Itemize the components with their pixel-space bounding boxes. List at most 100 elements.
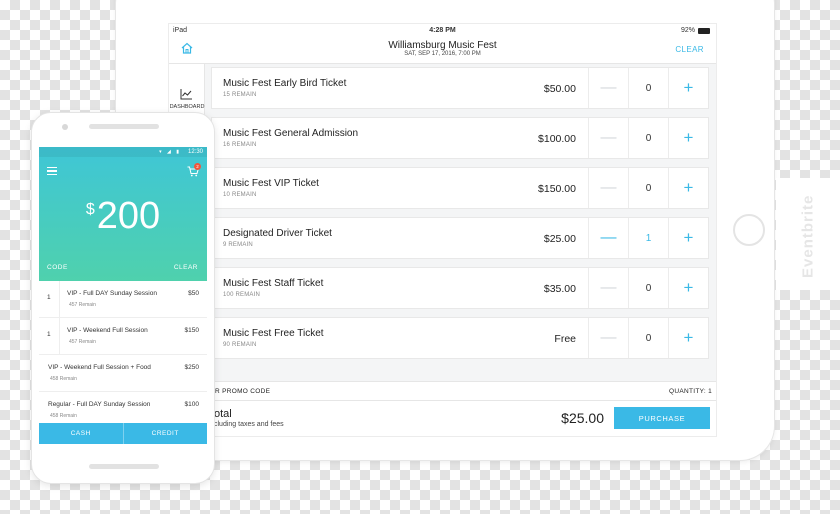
ticket-row: Music Fest Free Ticket 90 REMAIN Free — …	[211, 317, 709, 359]
sale-amount: $200	[39, 195, 207, 238]
ticket-row: Music Fest VIP Ticket 10 REMAIN $150.00 …	[211, 167, 709, 209]
item-remain: 457 Remain	[69, 302, 96, 308]
phone-screen: ▾ ◢ ▮ 12:30 2 $200 CODE CLEAR 1 VIP - Fu…	[39, 147, 207, 444]
item-name: VIP - Weekend Full Session + Food	[48, 364, 151, 371]
ticket-name: Music Fest VIP Ticket	[223, 178, 319, 189]
list-item[interactable]: VIP - Weekend Full Session + Food 458 Re…	[39, 355, 207, 392]
ticket-quantity: 0	[628, 268, 668, 308]
item-remain: 458 Remain	[50, 413, 77, 419]
increment-button[interactable]: +	[668, 318, 708, 358]
dashboard-label[interactable]: DASHBOARD	[169, 104, 205, 110]
amount-value: 200	[96, 195, 161, 237]
tablet-screen: iPad 4:28 PM 92% Williamsburg Music Fest…	[168, 23, 717, 437]
phone-time: 12:30	[187, 149, 203, 155]
divider	[59, 318, 60, 355]
quantity-stepper: — 0 +	[588, 118, 708, 158]
ticket-name: Music Fest Staff Ticket	[223, 278, 324, 289]
line-chart-icon[interactable]	[180, 88, 193, 100]
ticket-row: Music Fest General Admission 16 REMAIN $…	[211, 117, 709, 159]
ticket-name: Music Fest General Admission	[223, 128, 359, 139]
item-name: Regular - Full DAY Sunday Session	[48, 401, 151, 408]
item-quantity: 1	[47, 331, 51, 338]
ticket-name: Music Fest Free Ticket	[223, 328, 324, 339]
ticket-remain: 15 REMAIN	[223, 92, 257, 98]
brand-watermark: Eventbrite	[799, 194, 817, 278]
ticket-row: Music Fest Early Bird Ticket 15 REMAIN $…	[211, 67, 709, 109]
phone-status-bar: ▾ ◢ ▮ 12:30	[39, 147, 207, 157]
decrement-button[interactable]: —	[588, 268, 628, 308]
item-price: $250	[184, 364, 199, 371]
total-bar: otal cluding taxes and fees $25.00 PURCH…	[205, 401, 716, 436]
item-remain: 457 Remain	[69, 339, 96, 345]
decrement-button[interactable]: —	[588, 68, 628, 108]
list-item[interactable]: 1 VIP - Weekend Full Session 457 Remain …	[39, 318, 207, 355]
hamburger-menu-icon[interactable]	[47, 167, 57, 175]
item-name: VIP - Full DAY Sunday Session	[67, 290, 157, 297]
code-button[interactable]: CODE	[47, 264, 68, 271]
ticket-remain: 9 REMAIN	[223, 242, 253, 248]
phone-speaker	[89, 124, 159, 129]
ticket-remain: 10 REMAIN	[223, 192, 257, 198]
ticket-price: $100.00	[538, 133, 576, 145]
increment-button[interactable]: +	[668, 118, 708, 158]
ticket-price: $35.00	[543, 283, 576, 295]
total-amount: $25.00	[561, 410, 604, 426]
tablet-home-button[interactable]	[733, 214, 765, 246]
list-item[interactable]: 1 VIP - Full DAY Sunday Session 457 Rema…	[39, 281, 207, 318]
item-price: $100	[184, 401, 199, 408]
item-price: $150	[184, 327, 199, 334]
signal-icons: ▾ ◢ ▮	[159, 149, 181, 155]
phone-home-bar	[89, 464, 159, 469]
total-quantity: QUANTITY: 1	[668, 388, 712, 395]
ticket-name: Music Fest Early Bird Ticket	[223, 78, 347, 89]
decrement-button[interactable]: —	[588, 118, 628, 158]
increment-button[interactable]: +	[668, 218, 708, 258]
total-title: otal	[214, 408, 232, 420]
increment-button[interactable]: +	[668, 68, 708, 108]
clear-button[interactable]: CLEAR	[174, 264, 198, 271]
event-title: Williamsburg Music Fest	[388, 40, 497, 51]
item-quantity: 1	[47, 294, 51, 301]
cash-button[interactable]: CASH	[39, 423, 123, 444]
tablet-status-bar: iPad 4:28 PM 92%	[169, 24, 716, 38]
battery-icon	[698, 27, 710, 34]
item-remain: 458 Remain	[50, 376, 77, 382]
increment-button[interactable]: +	[668, 268, 708, 308]
ticket-remain: 16 REMAIN	[223, 142, 257, 148]
item-price: $50	[188, 290, 199, 297]
quantity-stepper: — 0 +	[588, 168, 708, 208]
credit-button[interactable]: CREDIT	[122, 423, 207, 444]
decrement-button[interactable]: —	[588, 318, 628, 358]
decrement-button[interactable]: —	[588, 218, 628, 258]
payment-buttons: CASH CREDIT	[39, 423, 207, 444]
ticket-quantity: 1	[628, 218, 668, 258]
nav-bar: Williamsburg Music Fest SAT, SEP 17, 201…	[169, 38, 716, 64]
item-name: VIP - Weekend Full Session	[67, 327, 148, 334]
ticket-remain: 100 REMAIN	[223, 292, 261, 298]
ticket-quantity: 0	[628, 168, 668, 208]
promo-code-link[interactable]: R PROMO CODE	[215, 388, 270, 395]
ticket-quantity: 0	[628, 118, 668, 158]
ticket-remain: 90 REMAIN	[223, 342, 257, 348]
event-date: SAT, SEP 17, 2016, 7:00 PM	[404, 51, 481, 57]
ticket-price: Free	[554, 333, 576, 345]
phone-header: ▾ ◢ ▮ 12:30 2 $200 CODE CLEAR	[39, 147, 207, 281]
purchase-button[interactable]: PURCHASE	[614, 407, 710, 429]
clear-button[interactable]: CLEAR	[675, 45, 704, 54]
cart-badge: 2	[194, 163, 201, 170]
currency-symbol: $	[85, 201, 95, 218]
quantity-stepper: — 0 +	[588, 268, 708, 308]
increment-button[interactable]: +	[668, 168, 708, 208]
ticket-row: Music Fest Staff Ticket 100 REMAIN $35.0…	[211, 267, 709, 309]
total-subtitle: cluding taxes and fees	[214, 421, 284, 428]
quantity-stepper: — 1 +	[588, 218, 708, 258]
decrement-button[interactable]: —	[588, 168, 628, 208]
battery-percent: 92%	[680, 27, 695, 34]
ticket-quantity: 0	[628, 68, 668, 108]
ticket-price: $25.00	[543, 233, 576, 245]
ticket-name: Designated Driver Ticket	[223, 228, 332, 239]
status-time: 4:28 PM	[429, 27, 456, 34]
ticket-price: $150.00	[538, 183, 576, 195]
quantity-stepper: — 0 +	[588, 68, 708, 108]
divider	[59, 281, 60, 318]
